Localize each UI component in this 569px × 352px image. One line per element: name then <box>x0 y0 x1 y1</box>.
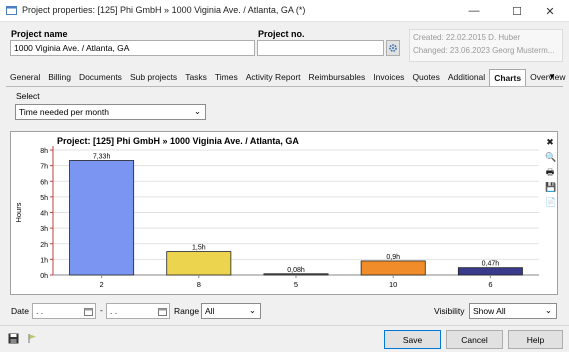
save-button[interactable]: Save <box>384 330 441 349</box>
data-label: 0,47h <box>482 261 500 268</box>
calendar-icon[interactable] <box>84 307 93 316</box>
chart-area: Project: [125] Phi GmbH » 1000 Viginia A… <box>10 131 558 295</box>
tab-tasks[interactable]: Tasks <box>181 69 211 87</box>
chart-title: Project: [125] Phi GmbH » 1000 Viginia A… <box>57 136 299 146</box>
changed-info: Changed: 23.06.2023 Georg Musterm... <box>413 46 555 55</box>
visibility-select[interactable]: Show All ⌄ <box>469 303 557 319</box>
y-tick-label: 8h <box>40 148 48 155</box>
tab-general[interactable]: General <box>6 69 44 87</box>
project-no-settings-button[interactable] <box>386 40 400 56</box>
flag-icon[interactable] <box>27 333 38 344</box>
bar-6 <box>457 267 523 276</box>
bar-chart: Project: [125] Phi GmbH » 1000 Viginia A… <box>14 136 539 289</box>
tab-bar: General Billing Documents Sub projects Tasks… <box>6 69 569 88</box>
created-info: Created: 22.02.2015 D. Huber <box>413 33 521 42</box>
y-tick-label: 5h <box>40 195 48 202</box>
tab-times[interactable]: Times <box>211 69 242 87</box>
cancel-button[interactable]: Cancel <box>446 330 503 349</box>
date-label: Date <box>11 306 29 316</box>
title-bar: Project properties: [125] Phi GmbH » 100… <box>0 0 569 22</box>
bar-5 <box>263 273 329 276</box>
tab-documents[interactable]: Documents <box>75 69 126 87</box>
tabs-overflow-icon[interactable]: ▼ <box>548 72 556 81</box>
chevron-down-icon: ⌄ <box>544 305 552 315</box>
y-tick-label: 0h <box>40 273 48 280</box>
save-icon[interactable] <box>8 333 19 344</box>
data-label: 7,33h <box>93 153 111 160</box>
window-title: Project properties: [125] Phi GmbH » 100… <box>22 5 306 15</box>
range-select[interactable]: All ⌄ <box>201 303 261 319</box>
date-to-value: . . <box>110 306 118 316</box>
chevron-down-icon: ⌄ <box>193 106 201 116</box>
date-from-value: . . <box>36 306 44 316</box>
tab-activity-report[interactable]: Activity Report <box>242 69 305 87</box>
y-tick-label: 3h <box>40 226 48 233</box>
y-tick-label: 1h <box>40 257 48 264</box>
gear-icon <box>389 44 397 52</box>
range-select-value: All <box>205 306 215 316</box>
bar-2 <box>69 160 135 276</box>
project-name-label: Project name <box>11 29 68 39</box>
tab-sub-projects[interactable]: Sub projects <box>126 69 181 87</box>
tab-reimbursables[interactable]: Reimbursables <box>305 69 370 87</box>
y-tick-label: 2h <box>40 242 48 249</box>
y-axis-label: Hours <box>14 202 23 222</box>
x-tick-label: 10 <box>389 280 397 289</box>
project-name-input[interactable]: 1000 Viginia Ave. / Atlanta, GA <box>10 40 255 56</box>
print-icon[interactable]: 🖶 <box>545 167 555 177</box>
tab-invoices[interactable]: Invoices <box>369 69 408 87</box>
x-tick-label: 8 <box>197 280 201 289</box>
y-tick-label: 7h <box>40 164 48 171</box>
data-label: 0,08h <box>287 267 305 274</box>
zoom-icon[interactable]: 🔍 <box>545 152 556 162</box>
x-tick-label: 2 <box>100 280 104 289</box>
select-label: Select <box>16 91 40 101</box>
y-tick-label: 6h <box>40 179 48 186</box>
chart-type-select[interactable]: Time needed per month ⌄ <box>15 104 206 120</box>
chart-toolbar: ✖ 🔍 🖶 💾 📄 <box>545 137 556 207</box>
visibility-label: Visibility <box>434 306 465 316</box>
minimize-button[interactable]: — <box>455 0 493 22</box>
save-icon[interactable]: 💾 <box>545 182 556 192</box>
chart-type-select-value: Time needed per month <box>19 107 109 117</box>
visibility-select-value: Show All <box>473 306 506 316</box>
data-label: 0,9h <box>386 254 400 261</box>
bar-8 <box>166 251 232 276</box>
project-no-label: Project no. <box>258 29 305 39</box>
help-button[interactable]: Help <box>508 330 563 349</box>
app-icon <box>6 6 17 15</box>
data-label: 1,5h <box>192 245 206 252</box>
close-icon[interactable]: ✖ <box>545 137 555 147</box>
tab-additional[interactable]: Additional <box>444 69 489 87</box>
chevron-down-icon: ⌄ <box>248 305 256 315</box>
date-range-dash: - <box>100 305 103 315</box>
calendar-icon[interactable] <box>158 307 167 316</box>
bar-10 <box>360 260 426 276</box>
y-tick-label: 4h <box>40 211 48 218</box>
project-no-input[interactable] <box>257 40 384 56</box>
close-button[interactable]: ✕ <box>531 0 569 22</box>
tab-quotes[interactable]: Quotes <box>408 69 443 87</box>
range-label: Range <box>174 306 200 316</box>
x-tick-label: 5 <box>294 280 298 289</box>
copy-icon[interactable]: 📄 <box>545 197 556 207</box>
x-tick-label: 6 <box>488 280 492 289</box>
tab-billing[interactable]: Billing <box>44 69 75 87</box>
